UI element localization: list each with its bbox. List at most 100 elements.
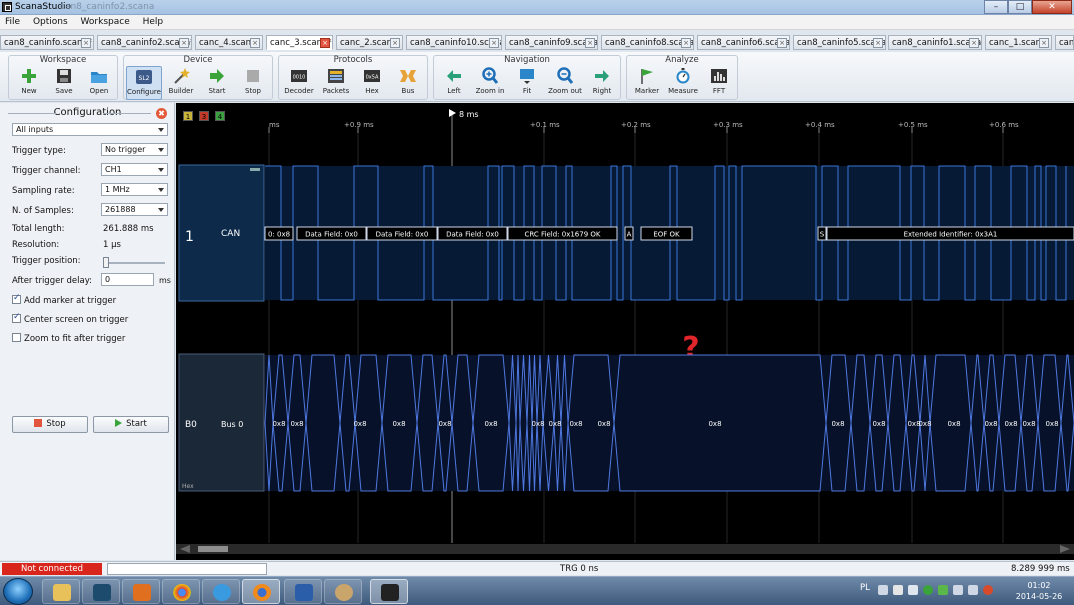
trigger-channel-select[interactable]: CH1 [101,163,168,176]
tray-app-icon[interactable] [938,585,948,595]
tray-device-icon[interactable] [893,585,903,595]
taskbar-explorer[interactable] [42,579,80,604]
taskbar-word[interactable] [284,579,322,604]
taskbar-media-player[interactable] [122,579,160,604]
add-marker-checkbox[interactable]: Add marker at trigger [12,293,116,306]
sampling-rate-select[interactable]: 1 MHz [101,183,168,196]
menu-workspace[interactable]: Workspace [76,15,135,29]
window-subtitle: can8_caninfo2.scana [60,2,155,12]
tab-bar: can8_caninfo.scana* × can8_caninfo2.scana*… [0,34,1074,51]
stop-button[interactable]: Stop [235,66,271,100]
close-tab-icon[interactable]: × [320,38,330,48]
close-tab-icon[interactable]: × [81,38,91,48]
waveform-canvas[interactable]: ms +0.9 ms +0.1 ms +0.2 ms +0.3 ms +0.4 ms +0.… [176,103,1074,560]
tab-can[interactable]: can [1055,35,1074,50]
zoom-in-button[interactable]: Zoom in [472,66,508,100]
taskbar-paint[interactable] [324,579,362,604]
right-button[interactable]: Right [584,66,620,100]
slider-handle[interactable] [103,257,109,268]
bus-value-label: 0x8 [392,420,405,428]
taskbar-ie[interactable] [202,579,240,604]
menu-file[interactable]: File [0,15,25,29]
zoom-fit-checkbox[interactable]: Zoom to fit after trigger [12,333,125,344]
close-tab-icon[interactable]: × [585,38,595,48]
taskbar-scanastudio[interactable] [370,579,408,604]
close-panel-icon[interactable]: ✖ [156,108,167,119]
fit-button[interactable]: Fit [509,66,545,100]
minimize-button[interactable]: – [984,0,1008,14]
tab-can8-caninfo2-scana[interactable]: can8_caninfo2.scana* × [97,35,192,50]
tab-can8-caninfo1-scana[interactable]: can8_caninfo1.scana × [888,35,982,50]
tray-status-icon[interactable] [923,585,933,595]
tab-canc-4-scana[interactable]: canc_4.scana × [195,35,263,50]
bus-button[interactable]: Bus [390,66,426,100]
samples-select[interactable]: 261888 [101,203,168,216]
close-tab-icon[interactable]: × [873,38,883,48]
decoder-button[interactable]: 0010 Decoder [281,66,317,100]
close-tab-icon[interactable]: × [1039,38,1049,48]
tab-can8-caninfo8-scana[interactable]: can8_caninfo8.scana × [601,35,694,50]
fft-spectrum-icon [711,69,727,83]
taskbar-scanastudio-helper[interactable] [82,579,120,604]
bus-value-label: 0x8 [872,420,885,428]
save-button[interactable]: Save [46,66,82,100]
tab-can8-caninfo6-scana[interactable]: can8_caninfo6.scana × [697,35,790,50]
packets-button[interactable]: Packets [318,66,354,100]
close-tab-icon[interactable]: × [250,38,260,48]
tab-canc-2-scana[interactable]: canc_2.scana × [336,35,403,50]
horizontal-scrollbar [176,544,1074,554]
inputs-select[interactable]: All inputs [12,123,168,136]
tray-network-icon[interactable] [968,585,978,595]
measure-button[interactable]: Measure [665,66,701,100]
config-start-button[interactable]: Start [93,416,169,433]
start-orb-icon[interactable] [3,578,33,605]
tab-can8-caninfo5-scana[interactable]: can8_caninfo5.scana × [793,35,886,50]
close-tab-icon[interactable]: × [179,38,189,48]
close-tab-icon[interactable]: × [777,38,787,48]
config-title: Configuration [0,107,175,118]
taskbar-chrome[interactable] [162,579,200,604]
bus-value-label: 0x8 [1022,420,1035,428]
group-title-device: Device [183,55,213,65]
taskbar-firefox[interactable] [242,579,280,604]
center-screen-checkbox[interactable]: Center screen on trigger [12,312,128,325]
clock[interactable]: 01:02 2014-05-26 [1010,580,1068,602]
fft-button[interactable]: FFT [701,66,737,100]
language-indicator[interactable]: PL [860,583,870,593]
left-button[interactable]: Left [436,66,472,100]
open-button[interactable]: Open [81,66,117,100]
close-tab-icon[interactable]: × [681,38,691,48]
trigger-position-label: Trigger position: [12,256,81,266]
menu-help[interactable]: Help [138,15,169,29]
tab-canc-1-scana[interactable]: canc_1.scana × [985,35,1052,50]
bus-name: Bus 0 [221,420,243,429]
tray-keyboard-icon[interactable] [878,585,888,595]
builder-button[interactable]: Builder [163,66,199,100]
configure-button[interactable]: SL2 Configure [126,66,162,100]
waveform-view[interactable]: 134 ms +0.9 ms +0.1 ms +0.2 ms +0.3 ms +0.4 m… [176,103,1074,560]
after-trigger-delay-input[interactable]: 0 [101,273,154,286]
hex-button[interactable]: 0x5A Hex [354,66,390,100]
trigger-type-select[interactable]: No trigger [101,143,168,156]
start-button[interactable]: Start [199,66,235,100]
zoom-out-button[interactable]: Zoom out [547,66,583,100]
close-button[interactable]: ✕ [1032,0,1072,14]
config-stop-button[interactable]: Stop [12,416,88,433]
tray-display-icon[interactable] [953,585,963,595]
close-tab-icon[interactable]: × [390,38,400,48]
tab-can8-caninfo10-scana[interactable]: can8_caninfo10.scana × [406,35,502,50]
close-tab-icon[interactable]: × [489,38,499,48]
tab-can8-caninfo9-scana[interactable]: can8_caninfo9.scana × [505,35,598,50]
menu-options[interactable]: Options [28,15,73,29]
decoded-frame-label: Data Field: 0x0 [305,231,358,239]
trigger-position-slider[interactable] [103,257,165,268]
tray-flag-icon[interactable] [908,585,918,595]
close-tab-icon[interactable]: × [969,38,979,48]
bus-value-label: 0x8 [597,420,610,428]
tray-volume-icon[interactable] [983,585,993,595]
tab-can8-caninfo-scana[interactable]: can8_caninfo.scana* × [0,35,94,50]
tab-canc-3-scana[interactable]: canc_3.scana* × [266,35,333,50]
new-button[interactable]: New [11,66,47,100]
maximize-button[interactable]: □ [1008,0,1032,14]
marker-button[interactable]: Marker [629,66,665,100]
